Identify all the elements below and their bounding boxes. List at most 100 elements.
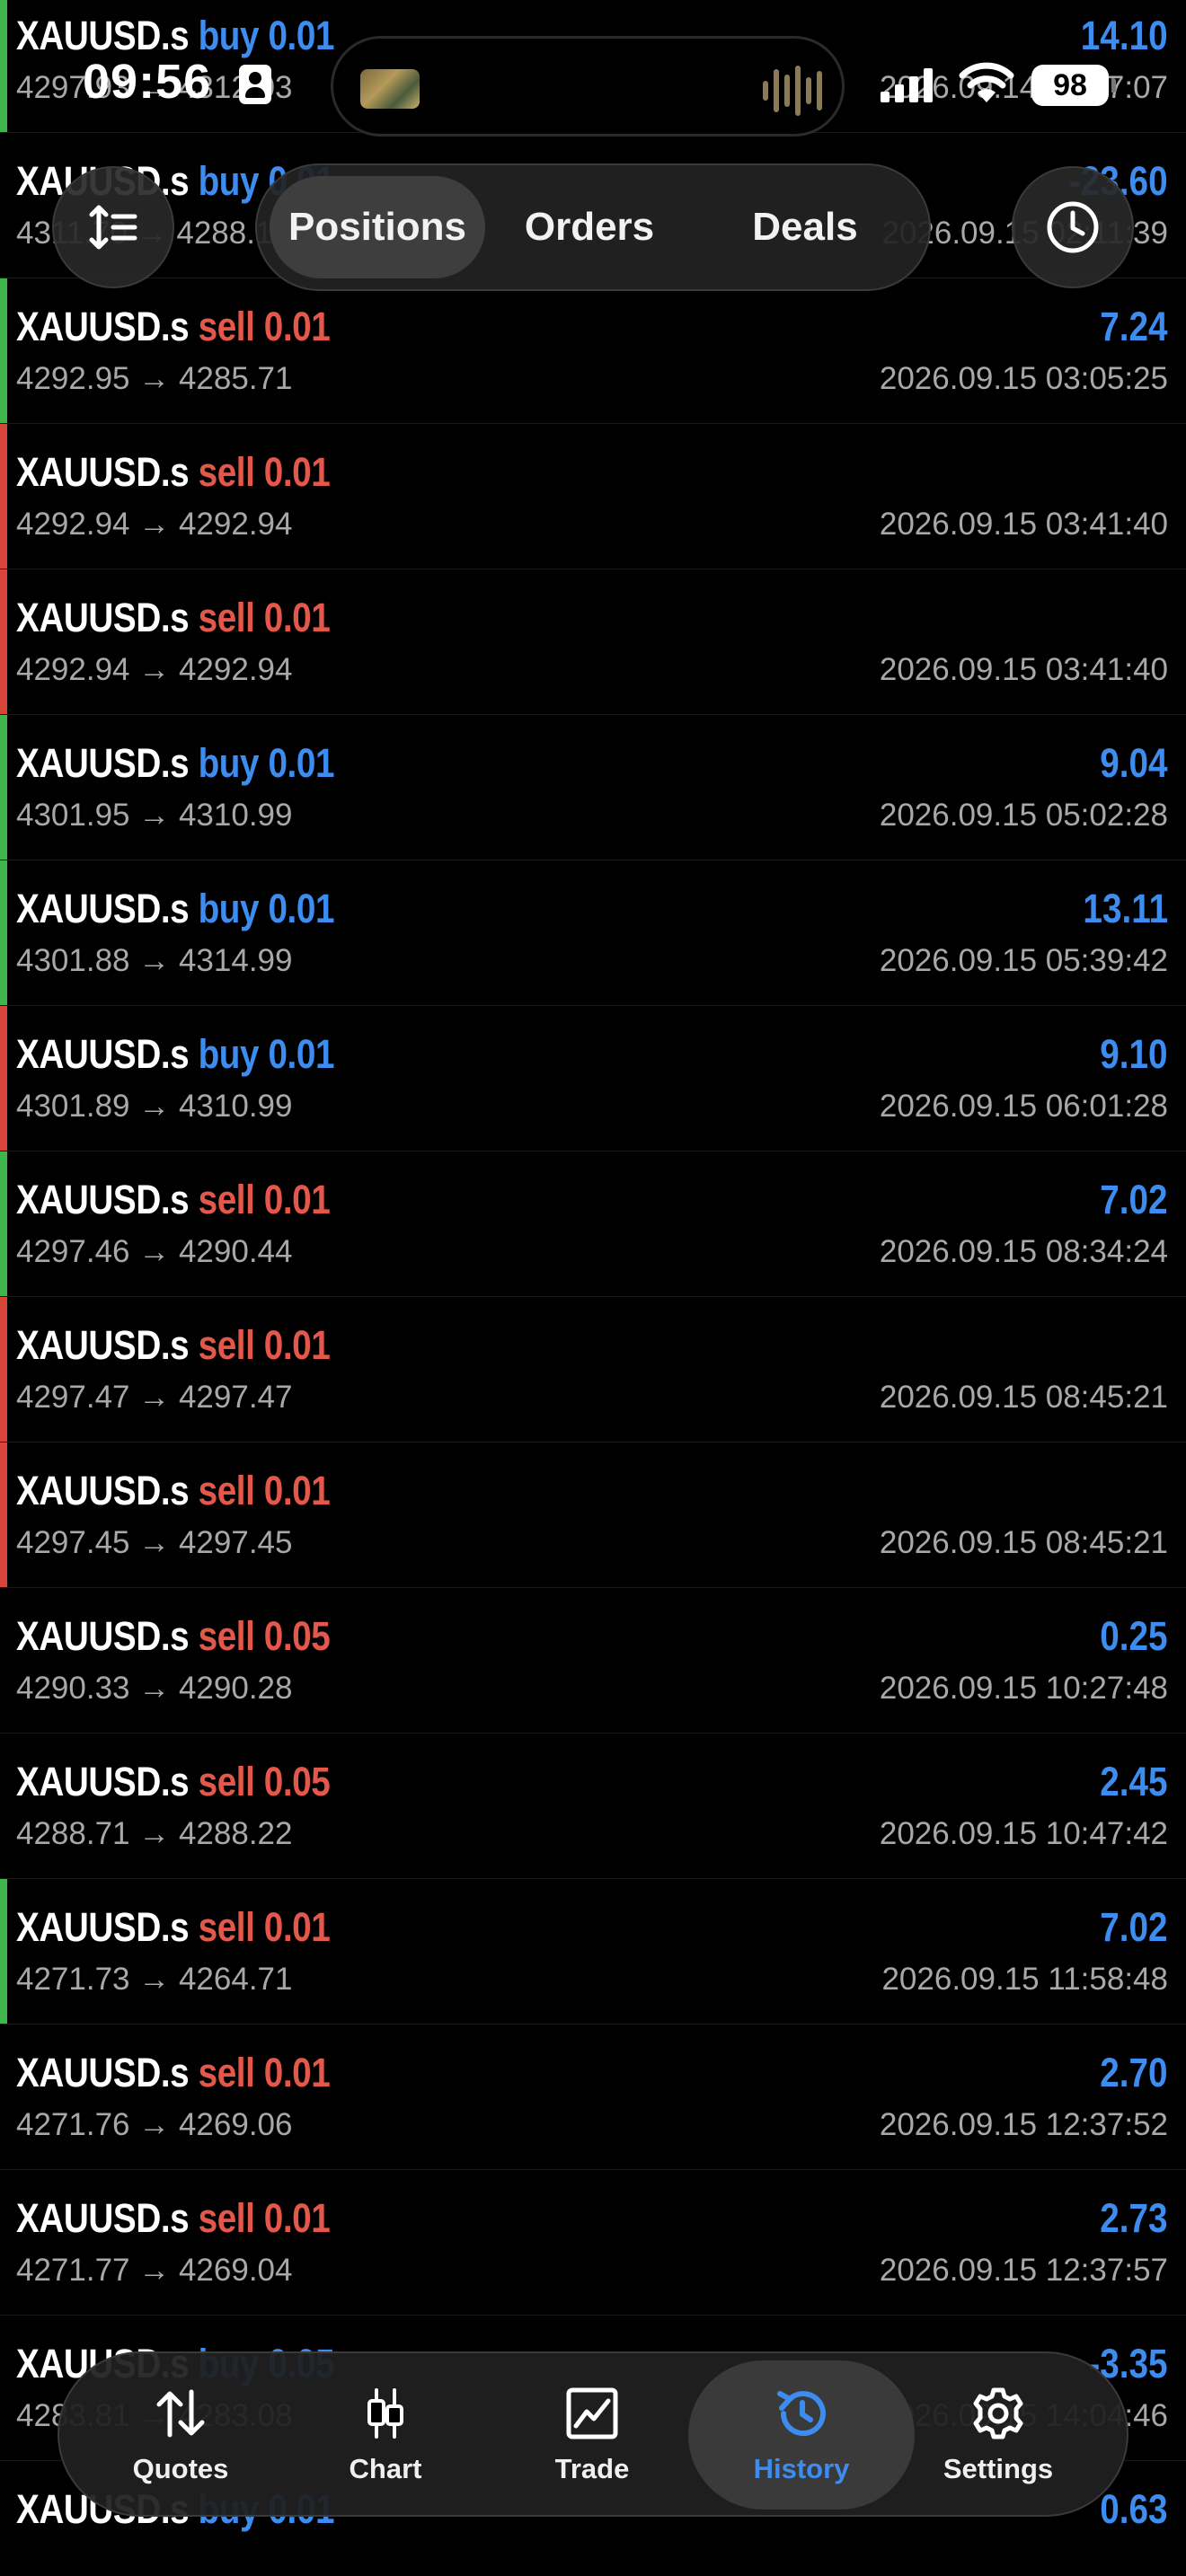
trade-result-marker	[0, 1734, 7, 1878]
trade-symbol: XAUUSD.s	[16, 1904, 190, 1950]
trade-row[interactable]: XAUUSD.s sell 0.01 4292.94 → 4292.94 2026.…	[0, 424, 1186, 569]
nav-settings-label: Settings	[943, 2453, 1054, 2484]
trade-row[interactable]: XAUUSD.s buy 0.01 4301.95 → 4310.99 9.04 20…	[0, 715, 1186, 860]
nav-history-label: History	[753, 2453, 850, 2484]
tab-deals[interactable]: Deals	[704, 176, 906, 278]
trade-prices: 4301.89 → 4310.99	[16, 1089, 293, 1124]
battery-indicator: 98	[1031, 65, 1116, 106]
trade-close-time: 2026.09.15 05:02:28	[879, 798, 1168, 833]
trade-close-time: 2026.09.15 08:45:21	[879, 1380, 1168, 1415]
trade-row[interactable]: XAUUSD.s sell 0.01 4271.77 → 4269.04 2.73 2…	[0, 2170, 1186, 2316]
trade-result-marker	[0, 1151, 7, 1296]
trade-side: sell	[198, 1468, 255, 1513]
trade-side: sell	[198, 1177, 255, 1222]
trade-volume: 0.01	[263, 2050, 331, 2095]
trade-title: XAUUSD.s sell 0.01	[16, 2195, 331, 2242]
trade-symbol: XAUUSD.s	[16, 740, 190, 786]
trade-symbol: XAUUSD.s	[16, 1322, 190, 1368]
trade-row[interactable]: XAUUSD.s sell 0.01 4271.73 → 4264.71 7.02 2…	[0, 1879, 1186, 2025]
tab-positions[interactable]: Positions	[270, 176, 485, 278]
trade-result-marker	[0, 1442, 7, 1587]
trade-volume: 0.01	[268, 886, 335, 931]
trade-title: XAUUSD.s buy 0.01	[16, 886, 334, 932]
trade-side: sell	[198, 595, 255, 640]
sort-icon	[89, 205, 137, 250]
trade-volume: 0.01	[263, 1468, 331, 1513]
status-bar: 09:56 98	[0, 0, 1186, 162]
trade-row[interactable]: XAUUSD.s sell 0.05 4290.33 → 4290.28 0.25 2…	[0, 1588, 1186, 1734]
trade-side: sell	[198, 2050, 255, 2095]
trade-close-time: 2026.09.15 12:37:52	[879, 2107, 1168, 2142]
nav-history[interactable]: History	[688, 2360, 915, 2510]
trade-row[interactable]: XAUUSD.s sell 0.01 4297.46 → 4290.44 7.02 2…	[0, 1151, 1186, 1297]
trade-result-marker	[0, 424, 7, 569]
nav-trade[interactable]: Trade	[498, 2360, 686, 2510]
trade-prices: 4297.45 → 4297.45	[16, 1525, 293, 1560]
trade-symbol: XAUUSD.s	[16, 1613, 190, 1659]
trade-title: XAUUSD.s sell 0.01	[16, 449, 331, 496]
trade-row[interactable]: XAUUSD.s sell 0.01 4297.45 → 4297.45 2026.…	[0, 1442, 1186, 1588]
trade-title: XAUUSD.s sell 0.01	[16, 1322, 331, 1369]
trade-symbol: XAUUSD.s	[16, 304, 190, 349]
trade-side: sell	[198, 2195, 255, 2241]
trade-profit: 2.73	[1100, 2195, 1168, 2241]
sort-button[interactable]	[52, 166, 174, 288]
trade-side: buy	[198, 740, 260, 786]
trade-prices: 4271.77 → 4269.04	[16, 2253, 293, 2288]
trade-symbol: XAUUSD.s	[16, 1759, 190, 1804]
trade-result-marker	[0, 860, 7, 1005]
trade-close-time: 2026.09.15 10:47:42	[879, 1816, 1168, 1851]
nav-quotes-label: Quotes	[132, 2453, 229, 2484]
trade-symbol: XAUUSD.s	[16, 2050, 190, 2095]
trade-volume: 0.05	[263, 1759, 331, 1804]
trade-row[interactable]: XAUUSD.s sell 0.01 4292.95 → 4285.71 7.24 2…	[0, 278, 1186, 424]
period-filter-button[interactable]	[1012, 166, 1134, 288]
trade-symbol: XAUUSD.s	[16, 886, 190, 931]
trade-row[interactable]: XAUUSD.s sell 0.01 4271.76 → 4269.06 2.70 2…	[0, 2025, 1186, 2170]
dynamic-island[interactable]	[331, 36, 845, 137]
trade-volume: 0.05	[263, 1613, 331, 1659]
trade-profit: 9.04	[1100, 740, 1168, 786]
nav-quotes[interactable]: Quotes	[86, 2360, 275, 2510]
trade-close-time: 2026.09.15 03:05:25	[879, 361, 1168, 396]
trade-row[interactable]: XAUUSD.s buy 0.01 4301.88 → 4314.99 13.11 2…	[0, 860, 1186, 1006]
trade-profit: 7.02	[1100, 1904, 1168, 1950]
trade-result-marker	[0, 1588, 7, 1733]
trade-symbol: XAUUSD.s	[16, 595, 190, 640]
trade-prices: 4288.71 → 4288.22	[16, 1816, 293, 1851]
trade-prices: 4292.94 → 4292.94	[16, 507, 293, 542]
trade-profit: 2.70	[1100, 2050, 1168, 2095]
trade-title: XAUUSD.s sell 0.01	[16, 1468, 331, 1514]
bottom-tab-bar: Quotes Chart Trade History Settings	[58, 2351, 1128, 2517]
trade-volume: 0.01	[268, 740, 335, 786]
trade-side: buy	[198, 158, 260, 204]
trade-volume: 0.01	[263, 1177, 331, 1222]
nav-chart[interactable]: Chart	[291, 2360, 480, 2510]
trade-row[interactable]: XAUUSD.s sell 0.05 4288.71 → 4288.22 2.45 2…	[0, 1734, 1186, 1879]
nav-settings[interactable]: Settings	[904, 2360, 1093, 2510]
trade-title: XAUUSD.s sell 0.01	[16, 2050, 331, 2096]
history-type-segmented-control[interactable]: Positions Orders Deals	[255, 163, 931, 291]
trade-symbol: XAUUSD.s	[16, 449, 190, 495]
trade-result-marker	[0, 2461, 7, 2576]
status-time: 09:56	[83, 55, 212, 109]
trade-side: sell	[198, 1759, 255, 1804]
trade-volume: 0.01	[268, 1031, 335, 1077]
trade-symbol: XAUUSD.s	[16, 1468, 190, 1513]
trade-row[interactable]: XAUUSD.s sell 0.01 4297.47 → 4297.47 2026.…	[0, 1297, 1186, 1442]
nav-trade-label: Trade	[554, 2453, 630, 2484]
trade-prices: 4301.88 → 4314.99	[16, 943, 293, 978]
trade-close-time: 2026.09.15 12:37:57	[879, 2253, 1168, 2288]
cellular-signal-icon	[881, 66, 933, 102]
trade-profit: 0.25	[1100, 1613, 1168, 1659]
trade-title: XAUUSD.s sell 0.01	[16, 1904, 331, 1951]
candlestick-icon	[367, 2388, 403, 2439]
trade-row[interactable]: XAUUSD.s buy 0.01 4301.89 → 4310.99 9.10 20…	[0, 1006, 1186, 1151]
tab-orders[interactable]: Orders	[496, 176, 683, 278]
trade-history-list[interactable]: XAUUSD.s buy 0.01 4297.93 → 4312.03 14.10 2…	[0, 0, 1186, 2576]
trade-result-marker	[0, 1879, 7, 2024]
trade-side: sell	[198, 1322, 255, 1368]
trade-side: sell	[198, 304, 255, 349]
trade-row[interactable]: XAUUSD.s sell 0.01 4292.94 → 4292.94 2026.…	[0, 569, 1186, 715]
trade-volume: 0.01	[263, 2195, 331, 2241]
